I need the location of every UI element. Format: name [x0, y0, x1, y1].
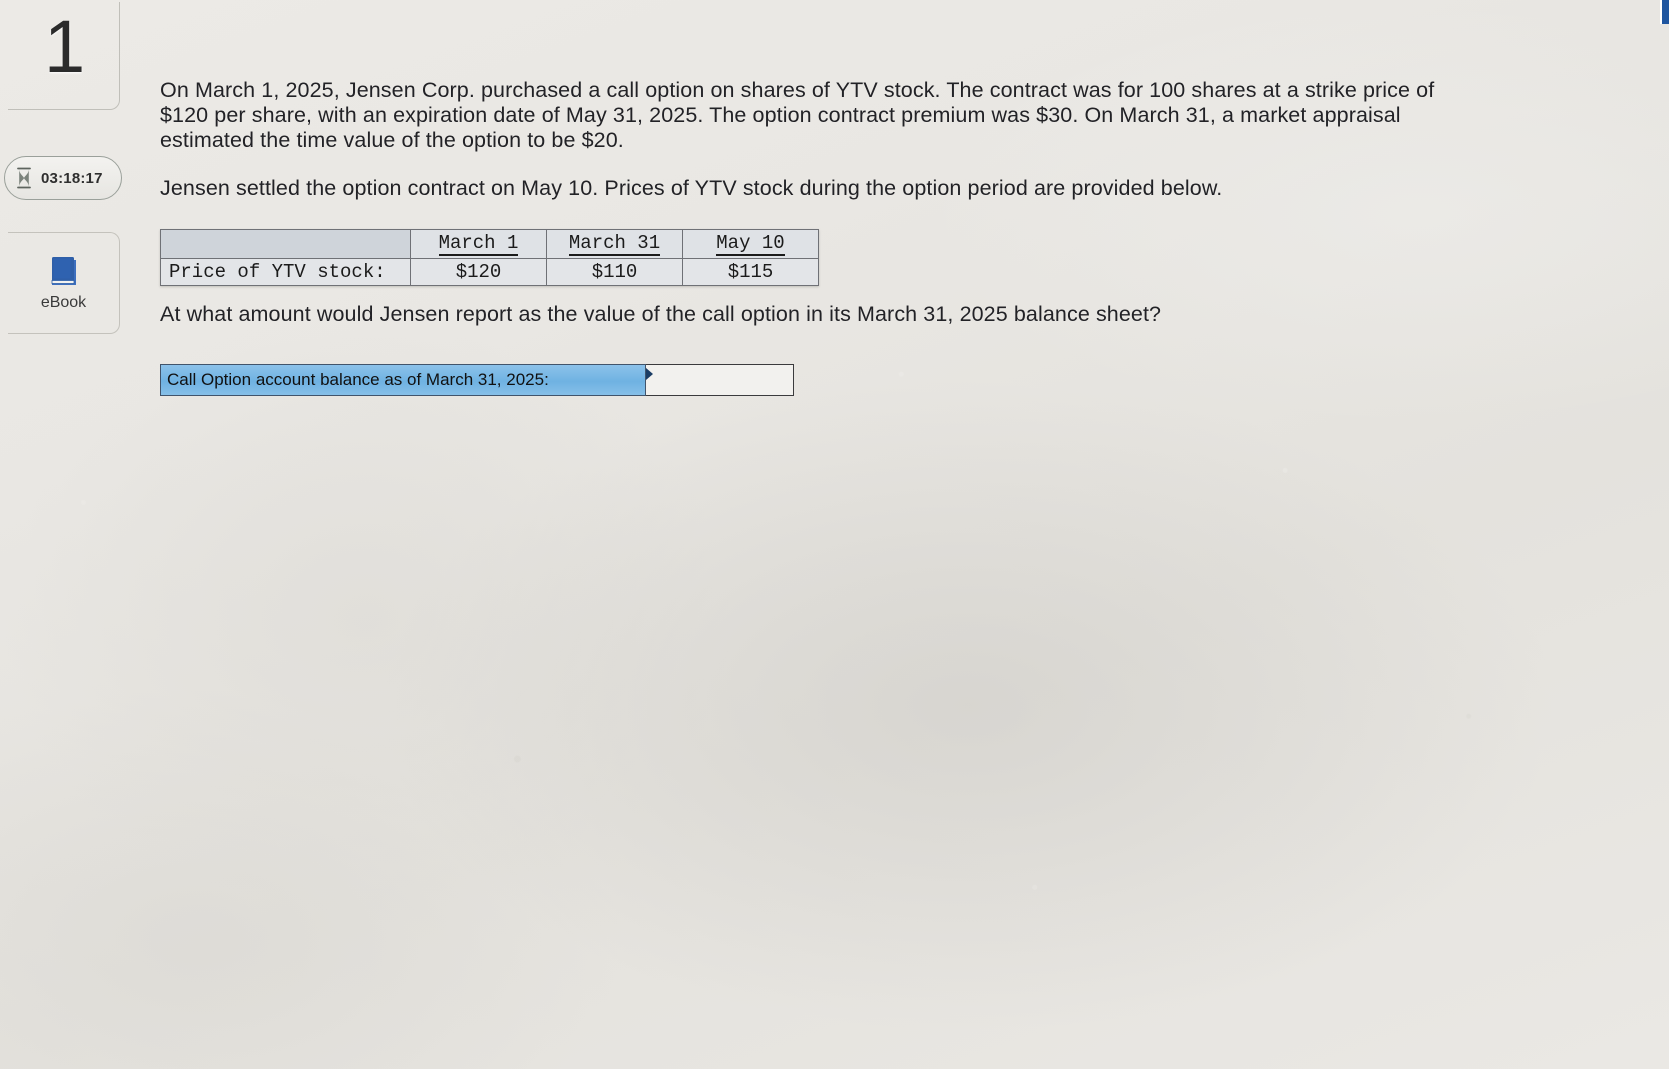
- table-corner-cell: [160, 229, 411, 259]
- table-row: Price of YTV stock: $120 $110 $115: [160, 258, 819, 286]
- table-header-may-10: May 10: [682, 229, 819, 259]
- ebook-button[interactable]: eBook: [8, 232, 120, 334]
- timer-value: 03:18:17: [41, 169, 103, 187]
- table-header-march-31-text: March 31: [568, 232, 661, 256]
- book-icon: [51, 257, 76, 285]
- answer-input-container[interactable]: [646, 364, 794, 396]
- answer-label: Call Option account balance as of March …: [160, 364, 646, 396]
- table-cell-price-may-10: $115: [682, 258, 819, 286]
- call-option-balance-input[interactable]: [646, 365, 793, 395]
- table-cell-price-march-1: $120: [410, 258, 547, 286]
- table-header-march-31: March 31: [546, 229, 683, 259]
- question-number-box: 1: [8, 2, 120, 110]
- table-header-may-10-text: May 10: [716, 232, 785, 256]
- table-header-march-1: March 1: [410, 229, 547, 259]
- problem-statement-paragraph-2: Jensen settled the option contract on Ma…: [160, 176, 1223, 200]
- page-background: [0, 0, 1669, 1069]
- cell-cursor-icon: [646, 368, 653, 380]
- table-header-march-1-text: March 1: [438, 232, 519, 256]
- answer-row: Call Option account balance as of March …: [160, 364, 794, 396]
- question-prompt: At what amount would Jensen report as th…: [160, 302, 1162, 326]
- question-number: 1: [44, 5, 86, 88]
- hourglass-icon: [17, 167, 31, 189]
- price-table: March 1 March 31 May 10 Price of YTV sto…: [160, 229, 819, 286]
- problem-statement-paragraph-1: On March 1, 2025, Jensen Corp. purchased…: [160, 78, 1435, 153]
- right-edge-panel-sliver: [1660, 0, 1669, 24]
- table-header-row: March 1 March 31 May 10: [160, 229, 819, 259]
- table-row-label: Price of YTV stock:: [160, 258, 411, 286]
- timer-pill[interactable]: 03:18:17: [4, 156, 122, 200]
- ebook-label: eBook: [40, 294, 87, 311]
- table-cell-price-march-31: $110: [546, 258, 683, 286]
